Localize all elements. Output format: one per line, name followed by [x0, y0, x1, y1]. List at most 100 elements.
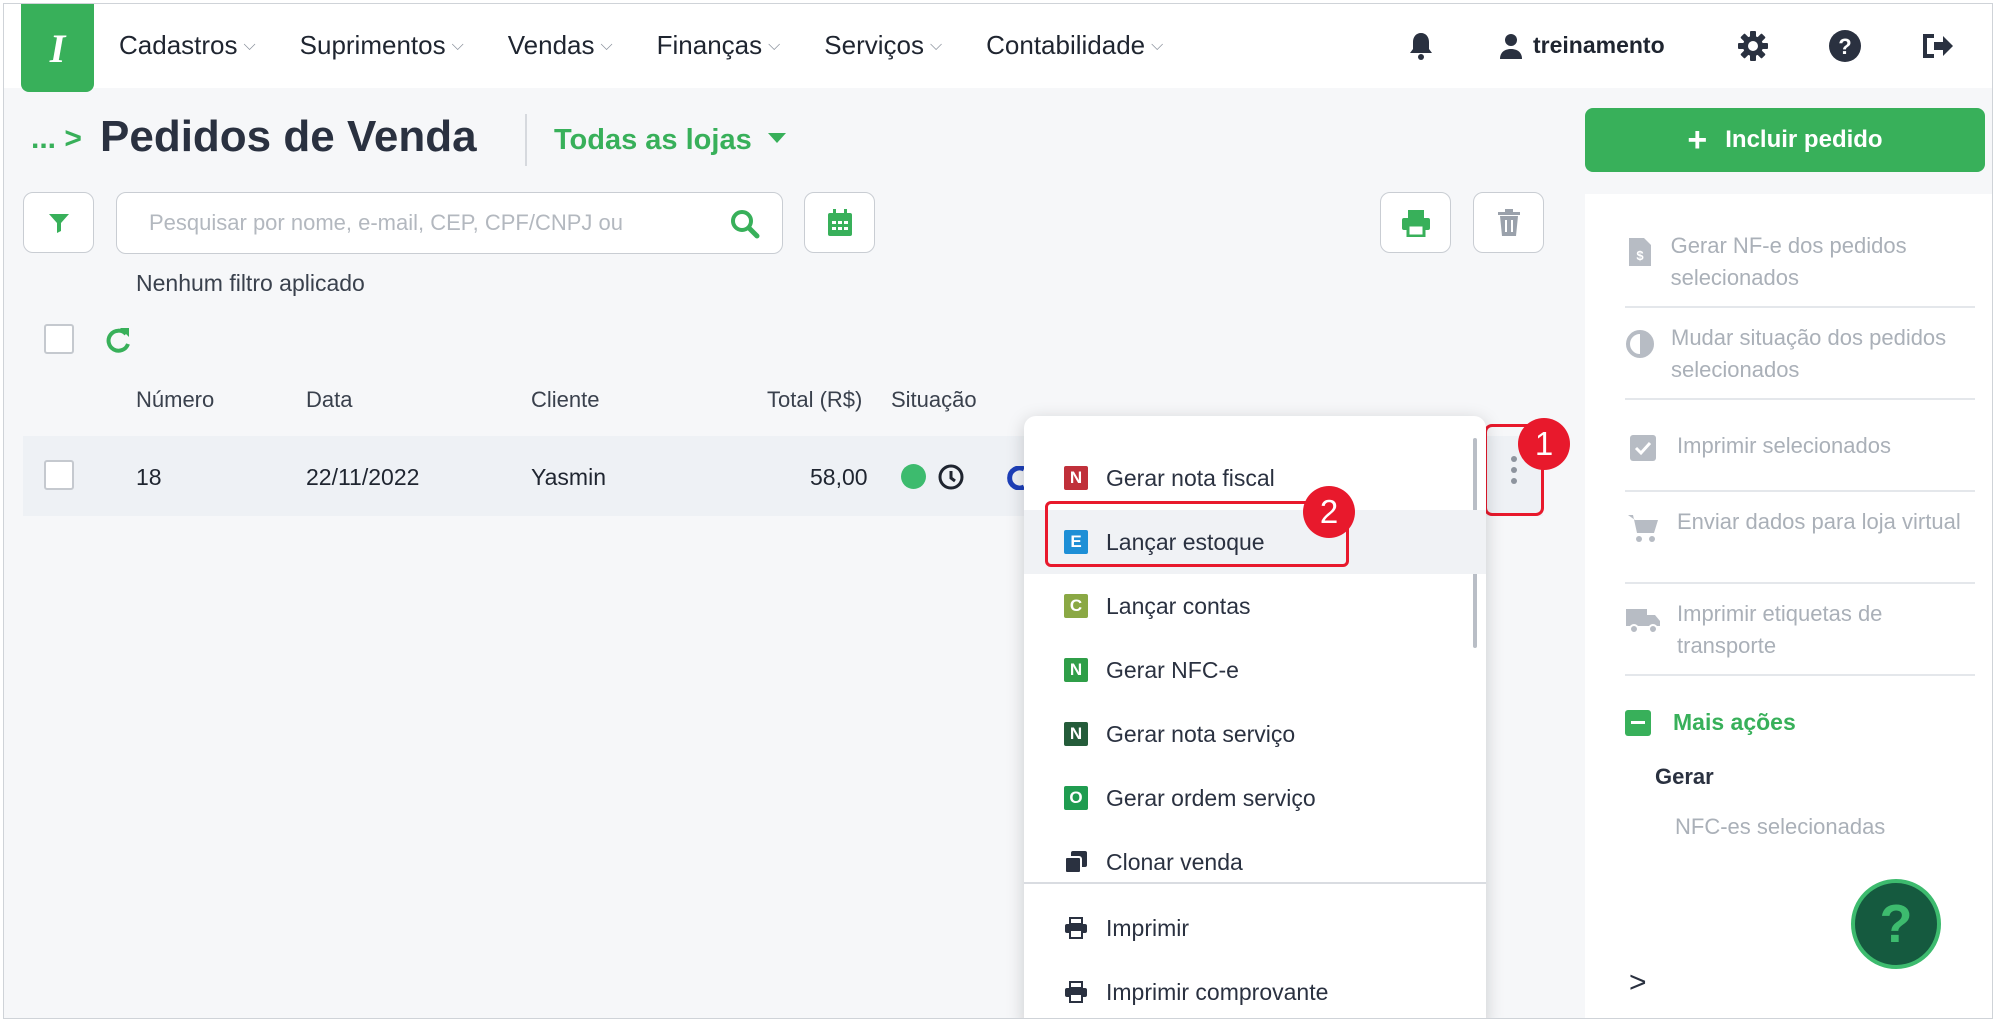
- menu-item-gerar-ordem-servico[interactable]: O Gerar ordem serviço: [1024, 766, 1486, 830]
- half-circle-icon: [1625, 326, 1655, 362]
- user-icon: [1500, 33, 1522, 59]
- search-input[interactable]: [149, 210, 709, 236]
- step-badge-1: 1: [1518, 418, 1570, 470]
- status-dot: [901, 464, 926, 489]
- clone-icon: [1064, 850, 1088, 874]
- action-imprimir-selecionados[interactable]: Imprimir selecionados: [1625, 430, 1975, 466]
- chevron-down-icon: ⌵: [768, 36, 781, 54]
- menu-contabilidade[interactable]: Contabilidade ⌵: [986, 30, 1163, 61]
- plus-icon: +: [1687, 121, 1708, 159]
- kebab-dot: [1511, 456, 1517, 462]
- sidebar-divider: [1625, 674, 1975, 676]
- menu-vendas[interactable]: Vendas ⌵: [508, 30, 613, 61]
- svg-text:?: ?: [1838, 34, 1851, 59]
- print-button[interactable]: [1380, 192, 1451, 253]
- action-gerar-nfe[interactable]: $ Gerar NF-e dos pedidos selecionados: [1625, 230, 1975, 294]
- menu-financas[interactable]: Finanças ⌵: [657, 30, 781, 61]
- nfce-icon: N: [1064, 658, 1088, 682]
- page-title: Pedidos de Venda: [100, 112, 477, 161]
- kebab-dot: [1511, 467, 1517, 473]
- sidebar-divider: [1625, 490, 1975, 492]
- store-selector[interactable]: Todas as lojas: [554, 124, 786, 157]
- sidebar-divider: [1625, 306, 1975, 308]
- row-checkbox[interactable]: [44, 460, 74, 490]
- app-logo[interactable]: I: [21, 4, 94, 92]
- trash-icon: [1497, 208, 1520, 236]
- svg-text:$: $: [1636, 248, 1644, 263]
- action-imprimir-etiquetas[interactable]: Imprimir etiquetas de transporte: [1625, 598, 1975, 662]
- chevron-down-icon: ⌵: [1151, 36, 1164, 54]
- filter-icon: [48, 213, 69, 233]
- app-window: I Cadastros ⌵ Suprimentos ⌵ Vendas ⌵ Finanç…: [3, 3, 1993, 1019]
- collapse-icon: [1625, 709, 1651, 736]
- filter-status: Nenhum filtro aplicado: [136, 270, 365, 296]
- contas-icon: C: [1064, 594, 1088, 618]
- column-header-data[interactable]: Data: [306, 387, 352, 413]
- help-circle-icon[interactable]: ?: [1825, 26, 1865, 66]
- sidebar-divider: [1625, 582, 1975, 584]
- delete-button[interactable]: [1473, 192, 1544, 253]
- cell-total: 58,00: [810, 464, 868, 490]
- chevron-down-icon: ⌵: [600, 36, 613, 54]
- step-badge-2: 2: [1303, 486, 1355, 538]
- column-header-numero[interactable]: Número: [136, 387, 214, 413]
- menu-item-gerar-nfce[interactable]: N Gerar NFC-e: [1024, 638, 1486, 702]
- main-menu: Cadastros ⌵ Suprimentos ⌵ Vendas ⌵ Finanças…: [119, 30, 1207, 61]
- top-navbar: I Cadastros ⌵ Suprimentos ⌵ Vendas ⌵ Finanç…: [4, 4, 1992, 92]
- chevron-down-icon: ⌵: [929, 36, 943, 54]
- kebab-dot: [1511, 478, 1517, 484]
- filter-button[interactable]: [23, 192, 94, 253]
- chevron-right-icon[interactable]: >: [1629, 966, 1647, 1000]
- user-name: treinamento: [1533, 32, 1665, 58]
- action-enviar-loja-virtual[interactable]: Enviar dados para loja virtual: [1625, 506, 1975, 546]
- cell-cliente: Yasmin: [531, 464, 606, 490]
- menu-cadastros[interactable]: Cadastros ⌵: [119, 30, 256, 61]
- more-actions-toggle[interactable]: Mais ações: [1625, 709, 1796, 736]
- menu-servicos[interactable]: Serviços ⌵: [824, 30, 942, 61]
- refresh-icon[interactable]: [104, 326, 132, 354]
- nota-fiscal-icon: N: [1064, 466, 1088, 490]
- action-nfces-selecionadas[interactable]: NFC-es selecionadas: [1675, 814, 1885, 840]
- cell-data: 22/11/2022: [306, 464, 420, 490]
- action-mudar-situacao[interactable]: Mudar situação dos pedidos selecionados: [1625, 322, 1975, 386]
- truck-icon: [1625, 602, 1661, 638]
- group-heading-gerar: Gerar: [1655, 764, 1714, 789]
- menu-item-lancar-contas[interactable]: C Lançar contas: [1024, 574, 1486, 638]
- column-header-cliente[interactable]: Cliente: [531, 387, 599, 413]
- actions-sidebar: $ Gerar NF-e dos pedidos selecionados Mu…: [1585, 194, 1992, 1018]
- sidebar-divider: [1625, 398, 1975, 400]
- column-header-total[interactable]: Total (R$): [767, 387, 862, 413]
- column-header-situacao[interactable]: Situação: [891, 387, 977, 413]
- search-box: [116, 192, 783, 254]
- select-all-checkbox[interactable]: [44, 324, 74, 354]
- search-icon[interactable]: [730, 209, 760, 239]
- header-divider: [525, 114, 527, 166]
- menu-item-imprimir[interactable]: Imprimir: [1024, 896, 1486, 960]
- print-icon: [1064, 916, 1088, 940]
- menu-item-gerar-nota-servico[interactable]: N Gerar nota serviço: [1024, 702, 1486, 766]
- checkbox-icon: [1625, 430, 1661, 466]
- dropdown-separator: [1024, 882, 1486, 884]
- invoice-file-icon: $: [1625, 234, 1655, 270]
- calendar-icon: [827, 208, 852, 236]
- menu-item-clonar-venda[interactable]: Clonar venda: [1024, 830, 1486, 894]
- add-order-button[interactable]: + Incluir pedido: [1585, 108, 1985, 172]
- print-icon: [1064, 980, 1088, 1004]
- bell-icon[interactable]: [1401, 26, 1441, 66]
- menu-suprimentos[interactable]: Suprimentos ⌵: [300, 30, 464, 61]
- help-chat-button[interactable]: ?: [1851, 879, 1941, 969]
- menu-item-imprimir-comprovante[interactable]: Imprimir comprovante: [1024, 960, 1486, 1018]
- ordem-servico-icon: O: [1064, 786, 1088, 810]
- chevron-right-icon: >: [64, 122, 82, 155]
- user-menu[interactable]: treinamento: [1499, 32, 1665, 59]
- breadcrumb[interactable]: ... >: [31, 122, 82, 156]
- logout-icon[interactable]: [1917, 26, 1957, 66]
- gear-icon[interactable]: [1733, 26, 1773, 66]
- chevron-down-icon: ⌵: [243, 36, 256, 54]
- date-filter-button[interactable]: [804, 192, 875, 253]
- caret-down-icon: [767, 132, 786, 143]
- cell-numero: 18: [136, 464, 162, 490]
- scroll-fade-hint: [1675, 866, 1795, 874]
- clock-icon: [938, 464, 964, 490]
- cart-icon: [1625, 510, 1661, 546]
